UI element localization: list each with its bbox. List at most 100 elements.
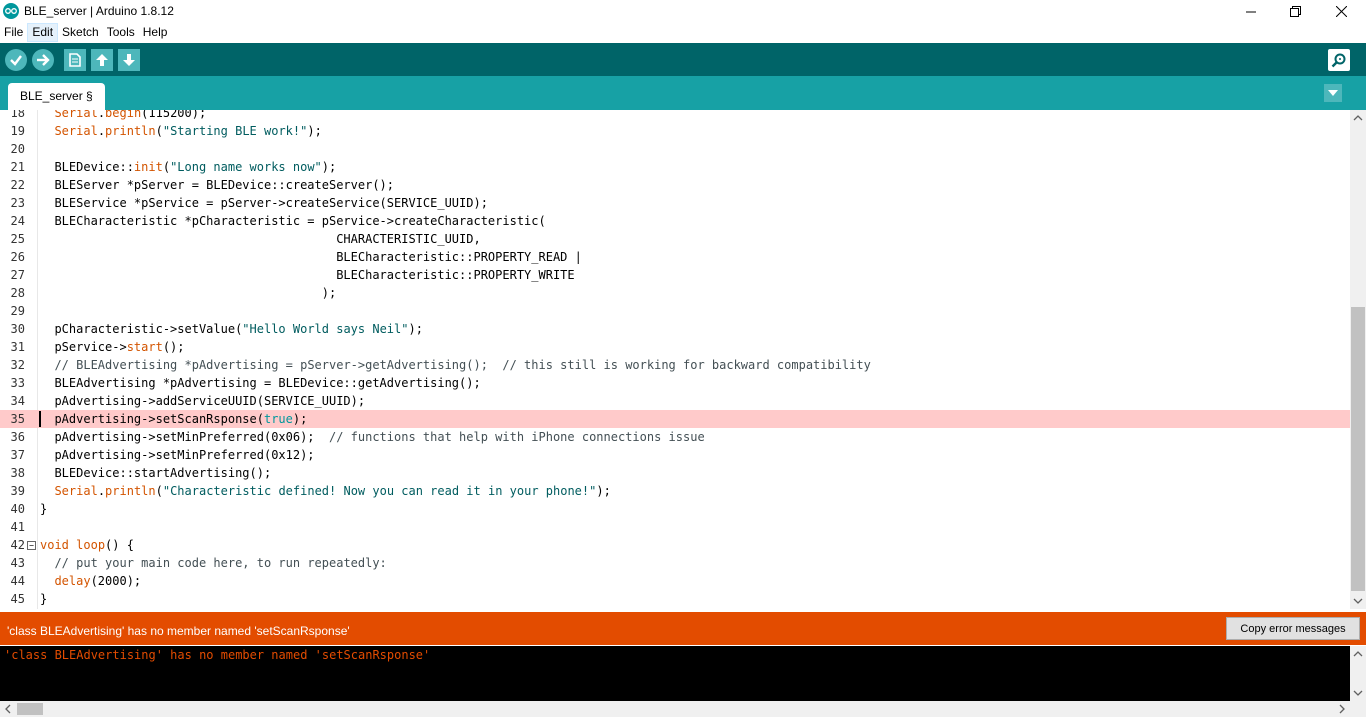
new-sketch-button[interactable]: [64, 49, 86, 71]
menu-sketch[interactable]: Sketch: [58, 23, 103, 42]
code-text: pService->start();: [40, 340, 185, 354]
window-title: BLE_server | Arduino 1.8.12: [24, 4, 174, 18]
code-line[interactable]: 43 // put your main code here, to run re…: [0, 554, 1350, 572]
line-number: 40: [10, 502, 25, 516]
menu-bar: File Edit Sketch Tools Help: [0, 23, 1366, 42]
editor-scroll-thumb[interactable]: [1351, 307, 1365, 591]
error-status-bar: 'class BLEAdvertising' has no member nam…: [0, 612, 1366, 645]
code-line[interactable]: 18 Serial.begin(115200);: [0, 110, 1350, 122]
line-number: 19: [10, 124, 25, 138]
code-line[interactable]: 44 delay(2000);: [0, 572, 1350, 590]
code-text: }: [40, 502, 48, 516]
code-line-error[interactable]: 35 pAdvertising->setScanRsponse(true);: [0, 410, 1350, 428]
toolbar: [0, 43, 1366, 76]
code-text: BLECharacteristic::PROPERTY_READ |: [40, 250, 582, 264]
line-number: 26: [10, 250, 25, 264]
serial-monitor-button[interactable]: [1328, 49, 1350, 71]
scroll-down-icon[interactable]: [1350, 593, 1366, 609]
code-text: BLEService *pService = pServer->createSe…: [40, 196, 488, 210]
code-line[interactable]: 45}: [0, 590, 1350, 608]
menu-help[interactable]: Help: [139, 23, 172, 42]
code-text: pAdvertising->setMinPreferred(0x12);: [40, 448, 315, 462]
code-line[interactable]: 20: [0, 140, 1350, 158]
code-text: pCharacteristic->setValue("Hello World s…: [40, 322, 423, 336]
code-text: void loop() {: [40, 538, 134, 552]
save-button[interactable]: [118, 49, 140, 71]
code-line[interactable]: 33 BLEAdvertising *pAdvertising = BLEDev…: [0, 374, 1350, 392]
line-number: 27: [10, 268, 25, 282]
console-scroll-down-icon[interactable]: [1350, 685, 1366, 701]
code-editor[interactable]: 18 Serial.begin(115200); 19 Serial.printl…: [0, 110, 1350, 609]
code-text: BLEAdvertising *pAdvertising = BLEDevice…: [40, 376, 481, 390]
code-line[interactable]: 41: [0, 518, 1350, 536]
code-text: delay(2000);: [54, 574, 142, 588]
arrow-up-icon: [96, 54, 108, 66]
magnifier-icon: [1331, 53, 1346, 68]
code-line[interactable]: 31 pService->start();: [0, 338, 1350, 356]
restore-button[interactable]: [1272, 0, 1318, 23]
copy-error-messages-button[interactable]: Copy error messages: [1226, 617, 1360, 640]
scroll-right-icon[interactable]: [1334, 701, 1350, 717]
line-number: 24: [10, 214, 25, 228]
line-number: 35: [10, 412, 25, 426]
console-output[interactable]: 'class BLEAdvertising' has no member nam…: [0, 646, 1350, 701]
arrow-down-icon: [123, 54, 135, 66]
code-line[interactable]: 38 BLEDevice::startAdvertising();: [0, 464, 1350, 482]
menu-tools[interactable]: Tools: [103, 23, 139, 42]
upload-button[interactable]: [32, 49, 54, 71]
code-text: Serial.println("Starting BLE work!");: [54, 124, 322, 138]
code-line[interactable]: 26 BLECharacteristic::PROPERTY_READ |: [0, 248, 1350, 266]
chevron-down-icon: [1328, 90, 1338, 96]
console-error-text: 'class BLEAdvertising' has no member nam…: [4, 648, 431, 662]
title-bar: BLE_server | Arduino 1.8.12: [0, 0, 1366, 23]
code-text: pAdvertising->setScanRsponse(true);: [40, 412, 308, 426]
tab-menu-button[interactable]: [1324, 84, 1342, 102]
tab-ble-server[interactable]: BLE_server §: [8, 83, 105, 110]
code-text: // BLEAdvertising *pAdvertising = pServe…: [54, 358, 871, 372]
menu-edit[interactable]: Edit: [27, 23, 59, 42]
code-line[interactable]: 30 pCharacteristic->setValue("Hello Worl…: [0, 320, 1350, 338]
code-line[interactable]: 25 CHARACTERISTIC_UUID,: [0, 230, 1350, 248]
code-line[interactable]: 28 );: [0, 284, 1350, 302]
line-number: 29: [10, 304, 25, 318]
code-line[interactable]: 23 BLEService *pService = pServer->creat…: [0, 194, 1350, 212]
verify-button[interactable]: [5, 49, 27, 71]
console-vertical-scrollbar[interactable]: [1350, 646, 1366, 701]
code-line[interactable]: 40}: [0, 500, 1350, 518]
menu-file[interactable]: File: [0, 23, 27, 42]
code-line[interactable]: 39 Serial.println("Characteristic define…: [0, 482, 1350, 500]
line-number: 36: [10, 430, 25, 444]
close-button[interactable]: [1318, 0, 1364, 23]
code-line[interactable]: 37 pAdvertising->setMinPreferred(0x12);: [0, 446, 1350, 464]
scroll-left-icon[interactable]: [0, 701, 16, 717]
status-message: 'class BLEAdvertising' has no member nam…: [7, 624, 350, 638]
code-line[interactable]: 34 pAdvertising->addServiceUUID(SERVICE_…: [0, 392, 1350, 410]
line-number: 38: [10, 466, 25, 480]
open-button[interactable]: [91, 49, 113, 71]
fold-toggle-icon[interactable]: −: [27, 541, 36, 550]
line-number: 43: [10, 556, 25, 570]
checkmark-icon: [10, 55, 22, 66]
code-line[interactable]: 36 pAdvertising->setMinPreferred(0x06); …: [0, 428, 1350, 446]
console-scroll-thumb[interactable]: [17, 703, 43, 715]
line-number: 41: [10, 520, 25, 534]
code-text: CHARACTERISTIC_UUID,: [40, 232, 481, 246]
code-text: Serial.begin(115200);: [54, 110, 207, 120]
console-scroll-up-icon[interactable]: [1350, 646, 1366, 662]
code-line[interactable]: 42− void loop() {: [0, 536, 1350, 554]
line-number: 39: [10, 484, 25, 498]
line-number: 33: [10, 376, 25, 390]
line-number: 44: [10, 574, 25, 588]
code-line[interactable]: 24 BLECharacteristic *pCharacteristic = …: [0, 212, 1350, 230]
console-horizontal-scrollbar[interactable]: [0, 701, 1366, 717]
code-line[interactable]: 27 BLECharacteristic::PROPERTY_WRITE: [0, 266, 1350, 284]
scroll-up-icon[interactable]: [1350, 110, 1366, 126]
code-line[interactable]: 21 BLEDevice::init("Long name works now"…: [0, 158, 1350, 176]
code-line[interactable]: 22 BLEServer *pServer = BLEDevice::creat…: [0, 176, 1350, 194]
line-number: 18: [10, 110, 25, 120]
code-line[interactable]: 19 Serial.println("Starting BLE work!");: [0, 122, 1350, 140]
code-line[interactable]: 29: [0, 302, 1350, 320]
code-line[interactable]: 32 // BLEAdvertising *pAdvertising = pSe…: [0, 356, 1350, 374]
minimize-button[interactable]: [1228, 0, 1274, 23]
arrow-right-icon: [37, 54, 50, 66]
